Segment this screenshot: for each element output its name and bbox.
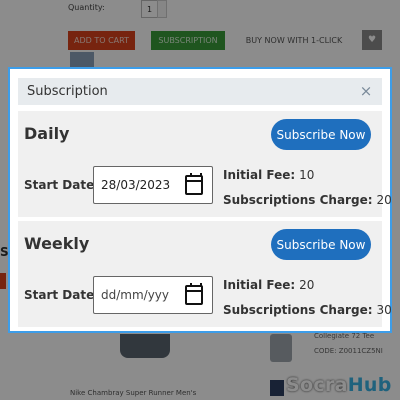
subscribe-now-button[interactable]: Subscribe Now [271, 119, 371, 150]
plan-name: Daily [24, 124, 70, 143]
initial-fee-row: Initial Fee: 20 [223, 278, 314, 292]
subscription-charge-value: 20 [376, 193, 392, 207]
initial-fee-value: 10 [299, 168, 315, 182]
start-date-value: 28/03/2023 [101, 178, 171, 192]
initial-fee-value: 20 [299, 278, 315, 292]
subscription-charge-row: Subscriptions Charge: 30 [223, 303, 392, 317]
plan-name: Weekly [24, 234, 90, 253]
subscription-charge-label: Subscriptions Charge: [223, 303, 373, 317]
initial-fee-label: Initial Fee: [223, 168, 296, 182]
calendar-icon[interactable] [185, 283, 203, 305]
subscription-charge-label: Subscriptions Charge: [223, 193, 373, 207]
subscription-charge-value: 30 [376, 303, 392, 317]
start-date-label: Start Date [24, 178, 95, 192]
initial-fee-label: Initial Fee: [223, 278, 296, 292]
start-date-input[interactable]: dd/mm/yyy [93, 276, 213, 314]
start-date-label: Start Date [24, 288, 95, 302]
plan-weekly: Weekly Subscribe Now Start Date dd/mm/yy… [18, 221, 392, 327]
modal-title: Subscription [27, 84, 108, 99]
subscription-modal: Subscription × Daily Subscribe Now Start… [8, 67, 392, 333]
start-date-input[interactable]: 28/03/2023 [93, 166, 213, 204]
subscription-charge-row: Subscriptions Charge: 20 [223, 193, 392, 207]
initial-fee-row: Initial Fee: 10 [223, 168, 314, 182]
plan-daily: Daily Subscribe Now Start Date 28/03/202… [18, 111, 392, 217]
subscribe-now-button[interactable]: Subscribe Now [271, 229, 371, 260]
start-date-value: dd/mm/yyy [101, 288, 170, 302]
calendar-icon[interactable] [185, 173, 203, 195]
modal-header: Subscription × [18, 78, 382, 105]
close-icon[interactable]: × [358, 81, 374, 101]
